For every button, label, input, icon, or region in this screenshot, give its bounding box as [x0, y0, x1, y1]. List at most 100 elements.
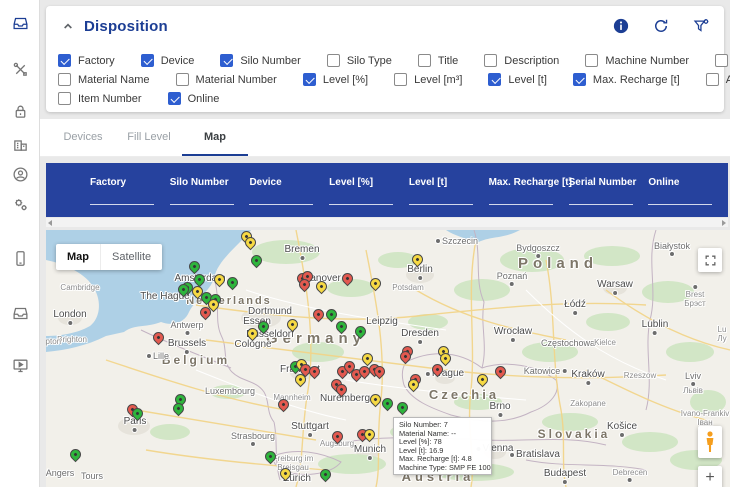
column-filter-input[interactable]	[329, 204, 393, 205]
column-factory: Factory	[90, 163, 170, 217]
city-label-bratislava: Bratislava	[510, 449, 560, 460]
map-canvas[interactable]: NetherlandsGermanyBelgiumPolandCzechiaSl…	[46, 230, 730, 487]
satellite-view-button[interactable]: Satellite	[101, 244, 162, 270]
filter-checkbox-factory[interactable]: Factory	[58, 54, 115, 67]
filter-checkbox-level-t-[interactable]: Level [t]	[488, 73, 547, 86]
checkbox-checked-icon[interactable]	[168, 92, 181, 105]
checkbox-unchecked-icon[interactable]	[58, 73, 71, 86]
column-filter-input[interactable]	[170, 204, 234, 205]
checkbox-checked-icon[interactable]	[58, 54, 71, 67]
checkbox-unchecked-icon[interactable]	[418, 54, 431, 67]
filter-label: Device	[161, 55, 195, 67]
main-content: Disposition FactoryDeviceSilo NumberSilo…	[40, 0, 730, 487]
city-dot	[536, 254, 540, 258]
filter-checkbox-machine-type[interactable]: Machine Type	[715, 54, 730, 67]
filter-checkbox-accu-level[interactable]: Accu Level	[706, 73, 730, 86]
pegman-button[interactable]	[698, 426, 722, 458]
tab-map[interactable]: Map	[182, 119, 248, 156]
gears-icon[interactable]	[0, 189, 40, 219]
filter-checkbox-description[interactable]: Description	[484, 54, 559, 67]
city-dot	[300, 256, 304, 260]
tray-icon[interactable]	[0, 298, 40, 328]
city-label-angers: Angers	[46, 468, 74, 478]
tab-devices[interactable]: Devices	[50, 119, 116, 156]
city-label--d-: Łódź	[564, 299, 586, 315]
filter-checkbox-max-recharge-t-[interactable]: Max. Recharge [t]	[573, 73, 680, 86]
checkbox-checked-icon[interactable]	[573, 73, 586, 86]
checkbox-unchecked-icon[interactable]	[585, 54, 598, 67]
inbox-icon[interactable]	[0, 8, 40, 38]
tab-fill-level[interactable]: Fill Level	[116, 119, 182, 156]
checkbox-checked-icon[interactable]	[488, 73, 501, 86]
user-icon[interactable]	[0, 159, 40, 189]
column-filter-input[interactable]	[648, 204, 712, 205]
filter-checkbox-silo-number[interactable]: Silo Number	[220, 54, 301, 67]
city-label-ivano-frankiv: Ivano-FrankivІван	[681, 409, 729, 427]
city-dot	[562, 369, 566, 373]
column-filter-input[interactable]	[409, 204, 473, 205]
checkbox-checked-icon[interactable]	[303, 73, 316, 86]
info-icon[interactable]	[612, 17, 630, 35]
column-header-label: Serial Number	[569, 177, 649, 188]
city-label-bremen: Bremen	[284, 244, 319, 260]
map-view-button[interactable]: Map	[56, 244, 100, 270]
city-dot	[418, 276, 422, 280]
filter-checkbox-title[interactable]: Title	[418, 54, 458, 67]
city-dot	[426, 372, 430, 376]
filter-checkbox-online[interactable]: Online	[168, 92, 220, 105]
map-type-control: Map Satellite	[56, 244, 162, 270]
horizontal-scrollbar[interactable]	[46, 218, 728, 227]
fullscreen-button[interactable]	[698, 248, 722, 272]
column-filter-input[interactable]	[249, 204, 313, 205]
tablet-icon[interactable]	[0, 243, 40, 273]
scroll-right-icon[interactable]	[722, 220, 726, 226]
checkbox-unchecked-icon[interactable]	[715, 54, 728, 67]
filter-checkbox-level-m-[interactable]: Level [m³]	[394, 73, 462, 86]
column-header-label: Silo Number	[170, 177, 250, 188]
checkbox-unchecked-icon[interactable]	[176, 73, 189, 86]
refresh-icon[interactable]	[652, 17, 670, 35]
checkbox-checked-icon[interactable]	[141, 54, 154, 67]
filter-icon[interactable]	[692, 17, 710, 35]
column-level-: Level [%]	[329, 163, 409, 217]
city-label-tours: Tours	[81, 471, 103, 481]
scroll-left-icon[interactable]	[48, 220, 52, 226]
filter-checkbox-material-name[interactable]: Material Name	[58, 73, 150, 86]
checkbox-unchecked-icon[interactable]	[484, 54, 497, 67]
city-label-krak-w: Kraków	[571, 369, 604, 385]
city-dot	[670, 252, 674, 256]
column-filter-input[interactable]	[569, 204, 633, 205]
filter-checkbox-level-[interactable]: Level [%]	[303, 73, 368, 86]
checkbox-unchecked-icon[interactable]	[394, 73, 407, 86]
tools-icon[interactable]	[0, 54, 40, 84]
column-filter-input[interactable]	[489, 204, 553, 205]
silo-tooltip: Silo Number: 7Material Name: --Level [%]…	[393, 417, 492, 475]
filter-checkbox-machine-number[interactable]: Machine Number	[585, 54, 689, 67]
city-dot	[563, 480, 567, 484]
filter-checkbox-material-number[interactable]: Material Number	[176, 73, 277, 86]
checkbox-unchecked-icon[interactable]	[327, 54, 340, 67]
filter-checkbox-silo-type[interactable]: Silo Type	[327, 54, 392, 67]
city-label-debrecen: Debrecen	[613, 468, 648, 482]
city-dot	[628, 478, 632, 482]
column-filter-input[interactable]	[90, 204, 154, 205]
filter-checkbox-device[interactable]: Device	[141, 54, 195, 67]
checkbox-unchecked-icon[interactable]	[58, 92, 71, 105]
city-dot	[613, 291, 617, 295]
country-label-slovakia: Slovakia	[538, 427, 611, 441]
collapse-chevron-icon[interactable]	[60, 18, 76, 34]
checkbox-checked-icon[interactable]	[220, 54, 233, 67]
lock-icon[interactable]	[0, 96, 40, 126]
column-header-label: Factory	[90, 177, 170, 188]
country-label-belgium: Belgium	[162, 353, 230, 367]
filter-label: Online	[188, 93, 220, 105]
filter-checkbox-item-number[interactable]: Item Number	[58, 92, 142, 105]
filter-label: Silo Number	[240, 55, 301, 67]
city-label-munich: Munich	[354, 444, 386, 460]
sidebar	[0, 0, 40, 487]
zoom-in-button[interactable]: +	[698, 466, 722, 487]
city-label-cz-stochowa: Częstochowa	[541, 338, 595, 348]
organization-icon[interactable]	[0, 129, 40, 159]
monitor-play-icon[interactable]	[0, 350, 40, 380]
checkbox-unchecked-icon[interactable]	[706, 73, 719, 86]
